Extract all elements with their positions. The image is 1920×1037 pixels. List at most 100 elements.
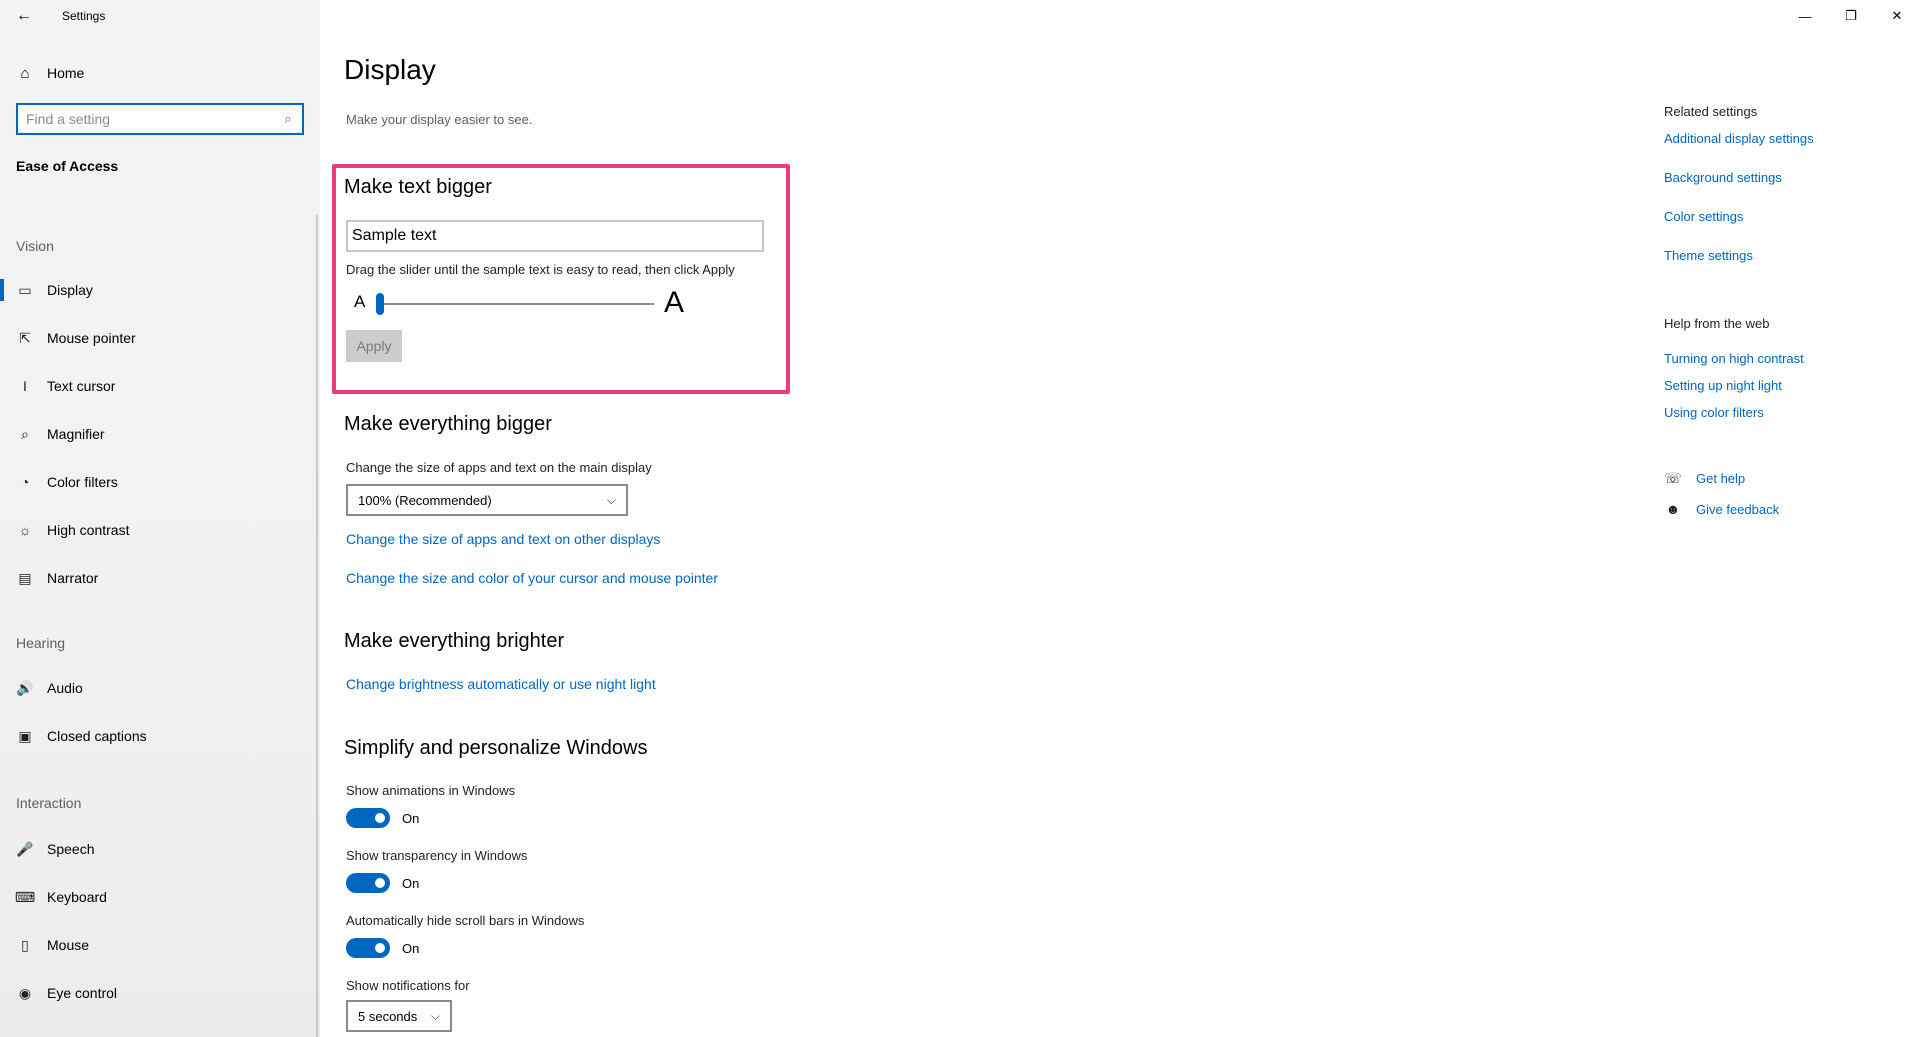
make-text-bigger-heading: Make text bigger bbox=[344, 176, 492, 198]
sidebar-item-label: Home bbox=[47, 65, 85, 81]
sidebar-item-display[interactable]: ▭ Display bbox=[0, 270, 316, 310]
apply-button[interactable]: Apply bbox=[346, 330, 402, 362]
keyboard-icon: ⌨ bbox=[14, 888, 36, 905]
closed-captions-icon: ▣ bbox=[18, 727, 32, 744]
animations-toggle[interactable]: On bbox=[346, 808, 419, 828]
brightness-link[interactable]: Change brightness automatically or use n… bbox=[346, 676, 656, 692]
toggle-state: On bbox=[402, 810, 420, 826]
slider-track[interactable] bbox=[378, 303, 654, 305]
color-settings-link[interactable]: Color settings bbox=[1664, 209, 1743, 224]
toggle-switch[interactable] bbox=[346, 808, 390, 828]
sidebar-item-label: Color filters bbox=[47, 474, 118, 490]
back-arrow-icon: ← bbox=[16, 7, 32, 24]
sidebar-item-label: Audio bbox=[47, 680, 83, 696]
eye-control-icon: ◉ bbox=[18, 984, 32, 1001]
give-feedback-label: Give feedback bbox=[1696, 501, 1780, 517]
search-input[interactable] bbox=[18, 106, 274, 132]
simplify-heading: Simplify and personalize Windows bbox=[344, 737, 648, 759]
sidebar-item-color-filters[interactable]: ◔ Color filters bbox=[0, 462, 316, 502]
get-help-link[interactable]: ☏ Get help bbox=[1664, 470, 1745, 487]
sidebar: ← Settings ⌂ Home ⌕ Ease of Access Visio… bbox=[0, 0, 320, 1037]
give-feedback-link[interactable]: ☻ Give feedback bbox=[1664, 501, 1779, 517]
big-a-label: A bbox=[664, 286, 685, 319]
color-filters-icon: ◔ bbox=[20, 474, 30, 490]
transparency-toggle[interactable]: On bbox=[346, 873, 419, 893]
chevron-down-icon: ⌵ bbox=[606, 493, 616, 507]
back-button[interactable]: ← bbox=[0, 0, 48, 32]
sidebar-item-label: Speech bbox=[47, 841, 95, 857]
sidebar-item-label: Narrator bbox=[47, 570, 99, 586]
sidebar-item-label: Text cursor bbox=[47, 378, 116, 394]
theme-settings-link[interactable]: Theme settings bbox=[1664, 248, 1753, 263]
narrator-icon: ▤ bbox=[18, 569, 32, 586]
sidebar-item-eye-control[interactable]: ◉ Eye control bbox=[0, 973, 316, 1013]
sidebar-item-closed-captions[interactable]: ▣ Closed captions bbox=[0, 716, 316, 756]
related-panel: Related settings Additional display sett… bbox=[1664, 0, 1904, 1037]
scrollbars-toggle[interactable]: On bbox=[346, 938, 419, 958]
high-contrast-icon: ☼ bbox=[18, 522, 32, 538]
make-everything-brighter-heading: Make everything brighter bbox=[344, 630, 565, 652]
section-heading: Ease of Access bbox=[16, 158, 119, 174]
help-heading: Help from the web bbox=[1664, 316, 1770, 331]
toggle-knob bbox=[375, 943, 385, 953]
speaker-icon: 🔊 bbox=[16, 679, 34, 696]
magnifier-icon: ⌕ bbox=[21, 425, 29, 442]
scale-dropdown-value: 100% (Recommended) bbox=[358, 492, 492, 508]
scrollbars-label: Automatically hide scroll bars in Window… bbox=[346, 913, 585, 928]
sidebar-item-mouse[interactable]: ▯ Mouse bbox=[0, 925, 316, 965]
page-title: Display bbox=[344, 54, 436, 85]
toggle-switch[interactable] bbox=[346, 938, 390, 958]
sidebar-item-home[interactable]: ⌂ Home bbox=[0, 55, 320, 91]
sidebar-item-high-contrast[interactable]: ☼ High contrast bbox=[0, 510, 316, 550]
sidebar-item-label: High contrast bbox=[47, 522, 130, 538]
home-icon: ⌂ bbox=[20, 64, 30, 82]
scale-label: Change the size of apps and text on the … bbox=[346, 460, 652, 475]
sidebar-item-text-cursor[interactable]: I Text cursor bbox=[0, 366, 316, 406]
toggle-knob bbox=[375, 878, 385, 888]
night-light-help-link[interactable]: Setting up night light bbox=[1664, 378, 1782, 393]
notifications-label: Show notifications for bbox=[346, 978, 470, 993]
background-settings-link[interactable]: Background settings bbox=[1664, 170, 1782, 185]
cursor-size-link[interactable]: Change the size and color of your cursor… bbox=[346, 570, 718, 586]
slider-thumb[interactable] bbox=[376, 293, 384, 315]
sidebar-item-magnifier[interactable]: ⌕ Magnifier bbox=[0, 414, 316, 454]
small-a-label: A bbox=[354, 292, 366, 311]
mouse-pointer-icon: ⇱ bbox=[19, 329, 31, 346]
sidebar-item-label: Keyboard bbox=[47, 889, 107, 905]
sidebar-scrollbar[interactable] bbox=[316, 215, 318, 1037]
slider-instruction: Drag the slider until the sample text is… bbox=[346, 262, 735, 277]
toggle-state: On bbox=[402, 940, 420, 956]
related-settings-heading: Related settings bbox=[1664, 104, 1758, 119]
mouse-icon: ▯ bbox=[21, 936, 29, 953]
toggle-knob bbox=[375, 813, 385, 823]
sidebar-item-speech[interactable]: 🎤 Speech bbox=[0, 829, 316, 869]
sidebar-item-label: Mouse pointer bbox=[47, 330, 136, 346]
sidebar-item-mouse-pointer[interactable]: ⇱ Mouse pointer bbox=[0, 318, 316, 358]
other-displays-link[interactable]: Change the size of apps and text on othe… bbox=[346, 531, 660, 547]
color-filters-help-link[interactable]: Using color filters bbox=[1664, 405, 1764, 420]
sidebar-item-keyboard[interactable]: ⌨ Keyboard bbox=[0, 877, 316, 917]
monitor-icon: ▭ bbox=[18, 281, 32, 298]
animations-label: Show animations in Windows bbox=[346, 783, 516, 798]
high-contrast-help-link[interactable]: Turning on high contrast bbox=[1664, 351, 1804, 366]
toggle-state: On bbox=[402, 875, 420, 891]
make-everything-bigger-heading: Make everything bigger bbox=[344, 413, 552, 435]
toggle-switch[interactable] bbox=[346, 873, 390, 893]
text-size-slider[interactable]: A A bbox=[346, 286, 686, 322]
sidebar-item-narrator[interactable]: ▤ Narrator bbox=[0, 558, 316, 598]
transparency-label: Show transparency in Windows bbox=[346, 848, 528, 863]
sidebar-item-label: Display bbox=[47, 282, 93, 298]
scale-dropdown[interactable]: 100% (Recommended) ⌵ bbox=[346, 484, 628, 516]
page-subtitle: Make your display easier to see. bbox=[346, 112, 533, 127]
group-label-vision: Vision bbox=[16, 238, 54, 254]
notifications-dropdown-value: 5 seconds bbox=[358, 1008, 418, 1024]
sidebar-item-label: Closed captions bbox=[47, 728, 147, 744]
sidebar-item-audio[interactable]: 🔊 Audio bbox=[0, 668, 316, 708]
notifications-dropdown[interactable]: 5 seconds ⌵ bbox=[346, 1000, 452, 1032]
group-label-interaction: Interaction bbox=[16, 795, 82, 811]
search-icon: ⌕ bbox=[284, 111, 292, 126]
text-cursor-icon: I bbox=[23, 378, 27, 394]
sidebar-item-label: Mouse bbox=[47, 937, 90, 953]
group-label-hearing: Hearing bbox=[16, 635, 66, 651]
additional-display-settings-link[interactable]: Additional display settings bbox=[1664, 131, 1814, 146]
